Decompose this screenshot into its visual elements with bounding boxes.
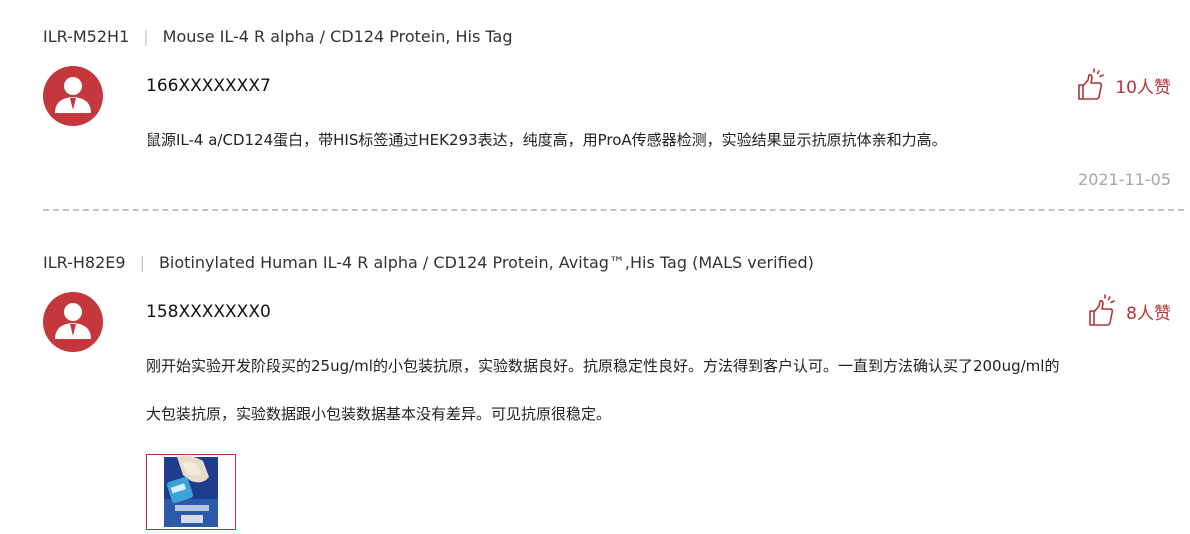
user-icon: [55, 303, 91, 339]
avatar: [43, 66, 103, 126]
user-icon: [55, 77, 91, 113]
review-image-thumbnail[interactable]: [146, 454, 236, 530]
product-name[interactable]: Mouse IL-4 R alpha / CD124 Protein, His …: [163, 27, 513, 46]
like-button[interactable]: 8人赞: [1086, 294, 1171, 328]
review-content: 刚开始实验开发阶段买的25ug/ml的小包装抗原，实验数据良好。抗原稳定性良好。…: [146, 342, 1176, 438]
review-item: ILR-M52H1 | Mouse IL-4 R alpha / CD124 Pro…: [0, 0, 1190, 212]
product-code[interactable]: ILR-H82E9: [43, 253, 126, 272]
like-count: 10人赞: [1115, 77, 1171, 98]
review-photo: [164, 455, 218, 527]
separator: |: [139, 253, 145, 272]
separator: |: [143, 27, 149, 46]
review-text-line: 大包装抗原，实验数据跟小包装数据基本没有差异。可见抗原很稳定。: [146, 405, 612, 423]
divider: [43, 209, 1184, 211]
product-line: ILR-M52H1 | Mouse IL-4 R alpha / CD124 Pro…: [43, 27, 513, 46]
review-text-line: 刚开始实验开发阶段买的25ug/ml的小包装抗原，实验数据良好。抗原稳定性良好。…: [146, 357, 1060, 375]
review-item: ILR-H82E9 | Biotinylated Human IL-4 R alph…: [0, 226, 1190, 534]
product-code[interactable]: ILR-M52H1: [43, 27, 129, 46]
like-button[interactable]: 10人赞: [1075, 68, 1171, 102]
review-content: 鼠源IL-4 a/CD124蛋白，带HIS标签通过HEK293表达，纯度高，用P…: [146, 116, 1176, 164]
avatar: [43, 292, 103, 352]
review-date: 2021-11-05: [1078, 170, 1171, 189]
thumbs-up-icon: [1086, 294, 1116, 328]
reviewer-name: 158XXXXXXX0: [146, 302, 271, 322]
product-line: ILR-H82E9 | Biotinylated Human IL-4 R alph…: [43, 253, 814, 272]
product-name[interactable]: Biotinylated Human IL-4 R alpha / CD124 …: [159, 253, 814, 272]
thumbs-up-icon: [1075, 68, 1105, 102]
review-text-line: 鼠源IL-4 a/CD124蛋白，带HIS标签通过HEK293表达，纯度高，用P…: [146, 131, 947, 149]
reviewer-name: 166XXXXXXX7: [146, 76, 271, 96]
like-count: 8人赞: [1126, 303, 1171, 324]
